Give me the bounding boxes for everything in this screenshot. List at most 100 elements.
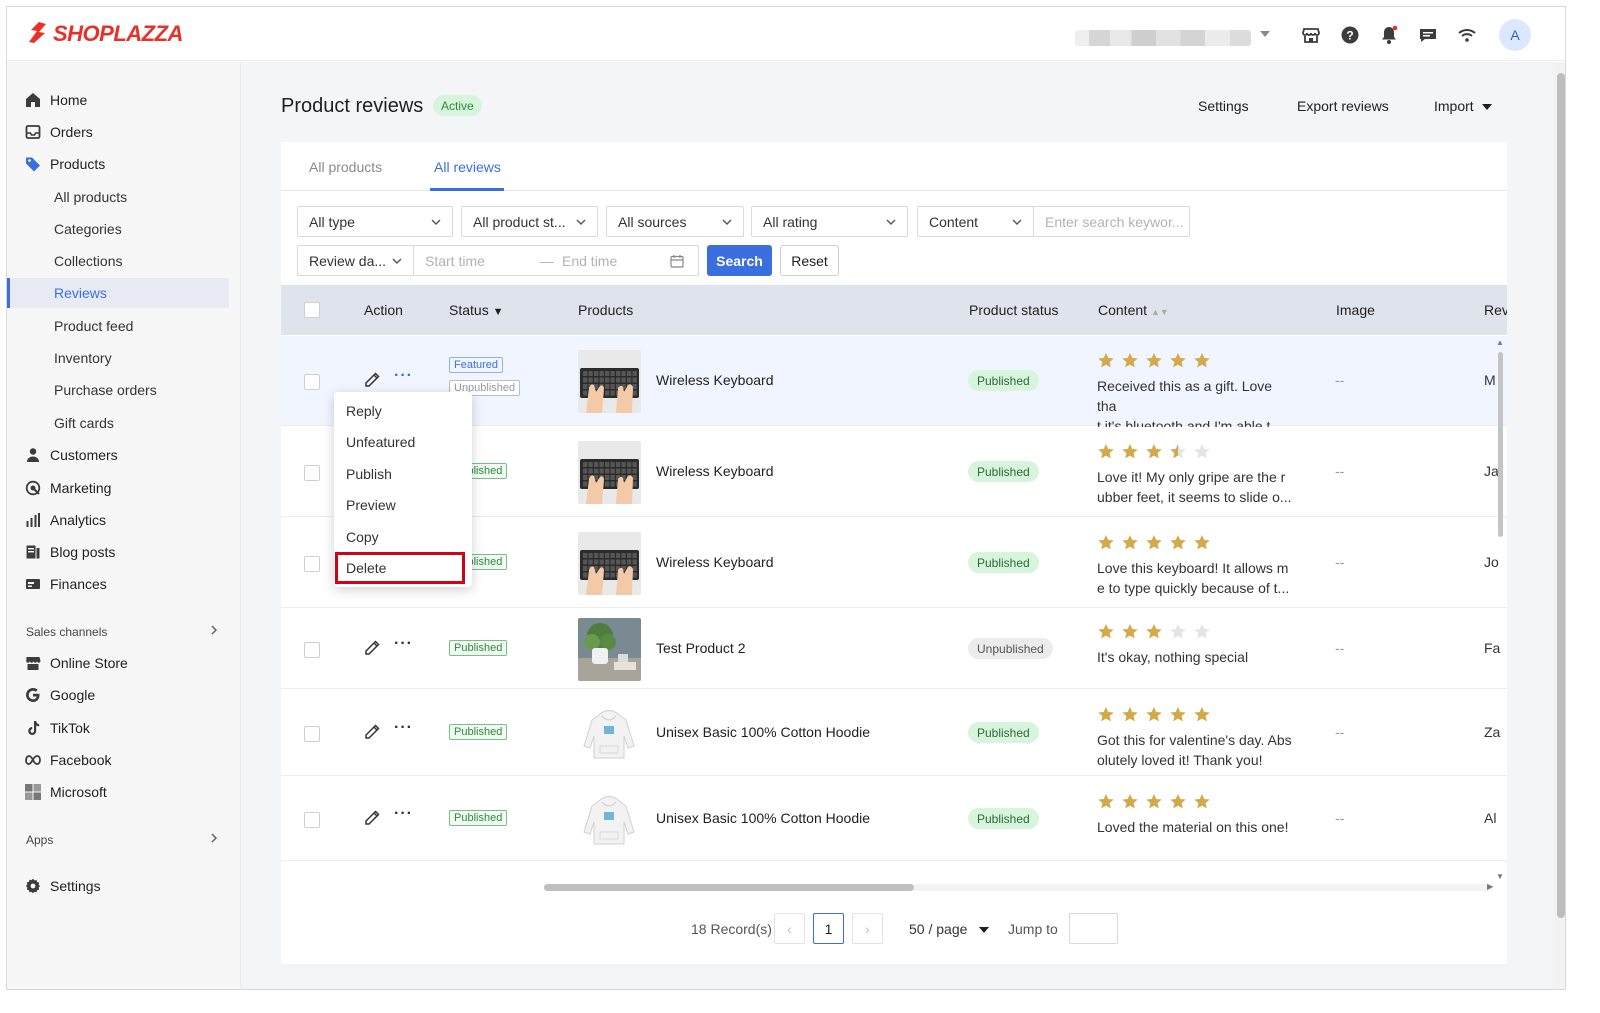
page-scrollbar[interactable] [1557,73,1565,918]
avatar[interactable]: A [1499,19,1531,51]
row-checkbox[interactable] [304,726,320,742]
sidebar-item-home[interactable]: Home [7,85,229,115]
type-filter[interactable]: All type [297,206,453,237]
shoplazza-logo[interactable]: SHOPLAZZA [25,21,183,47]
sidebar-item-finances[interactable]: Finances [7,569,229,599]
column-content[interactable]: Content ▲▼ [1098,302,1169,318]
product-name[interactable]: Unisex Basic 100% Cotton Hoodie [656,724,870,740]
menu-item-unfeatured[interactable]: Unfeatured [346,434,415,450]
search-input[interactable]: Enter search keywor... [1033,206,1190,237]
product-name[interactable]: Test Product 2 [656,640,746,656]
product-name[interactable]: Wireless Keyboard [656,463,774,479]
row-checkbox[interactable] [304,812,320,828]
store-selector-caret-icon[interactable] [1260,31,1270,37]
edit-pencil-icon[interactable] [363,371,381,389]
product-thumbnail[interactable] [578,618,641,681]
row-checkbox[interactable] [304,642,320,658]
sidebar-item-google[interactable]: Google [7,680,229,710]
apps-title[interactable]: Apps [26,833,53,847]
help-icon[interactable]: ? [1340,25,1360,45]
sidebar-subitem-product-feed[interactable]: Product feed [7,311,229,341]
tab-all-products[interactable]: All products [309,159,382,175]
sidebar-item-products[interactable]: Products [7,149,229,179]
sidebar-item-microsoft[interactable]: Microsoft [7,777,229,807]
edit-pencil-icon[interactable] [363,639,381,657]
table-row[interactable]: ··· Published Unisex Basic 100% Cotton Hoo… [281,777,1507,861]
sidebar-item-orders[interactable]: Orders [7,117,229,147]
bell-icon[interactable] [1379,25,1399,45]
search-field-select[interactable]: Content [917,206,1034,237]
review-content[interactable]: Loved the material on this one! [1097,817,1293,837]
column-status[interactable]: Status ▼ [449,302,503,318]
chat-icon[interactable] [1418,25,1438,45]
export-reviews-link[interactable]: Export reviews [1297,98,1389,114]
sidebar-subitem-inventory[interactable]: Inventory [7,343,229,373]
scroll-down-icon[interactable]: ▼ [1496,872,1504,881]
prev-page-button[interactable]: ‹ [774,913,805,944]
chevron-right-icon[interactable] [209,833,219,843]
menu-item-preview[interactable]: Preview [346,497,396,513]
sidebar-item-settings[interactable]: Settings [7,871,229,901]
sidebar-item-tiktok[interactable]: TikTok [7,713,229,743]
product-status-filter[interactable]: All product st... [461,206,598,237]
review-content[interactable]: Love this keyboard! It allows m e to type… [1097,558,1293,598]
edit-pencil-icon[interactable] [363,809,381,827]
date-type-select[interactable]: Review da... [297,245,414,276]
review-content[interactable]: Love it! My only gripe are the r ubber fe… [1097,467,1293,507]
row-checkbox[interactable] [304,465,320,481]
table-row[interactable]: ··· Published Unisex Basic 100% Cotton Hoo… [281,690,1507,776]
product-thumbnail[interactable] [578,702,641,765]
next-page-button[interactable]: › [852,913,883,944]
wifi-icon[interactable] [1457,25,1477,45]
sidebar-item-online-store[interactable]: Online Store [7,648,229,678]
menu-item-reply[interactable]: Reply [346,403,382,419]
page-size-select[interactable]: 50 / page [909,921,990,937]
product-thumbnail[interactable] [578,788,641,851]
product-thumbnail[interactable] [578,532,641,595]
sidebar-item-facebook[interactable]: Facebook [7,745,229,775]
more-actions-icon[interactable]: ··· [394,635,413,653]
more-actions-icon[interactable]: ··· [394,719,413,737]
search-button[interactable]: Search [707,245,772,276]
product-name[interactable]: Wireless Keyboard [656,554,774,570]
reset-button[interactable]: Reset [780,245,839,276]
product-name[interactable]: Unisex Basic 100% Cotton Hoodie [656,810,870,826]
sidebar-item-analytics[interactable]: Analytics [7,505,229,535]
review-content[interactable]: Got this for valentine's day. Abs olutely… [1097,730,1293,770]
row-checkbox[interactable] [304,374,320,390]
sources-filter[interactable]: All sources [606,206,744,237]
start-time-placeholder[interactable]: Start time [425,253,485,269]
menu-item-publish[interactable]: Publish [346,466,392,482]
sidebar-item-marketing[interactable]: Marketing [7,473,229,503]
store-selector[interactable] [1075,30,1251,46]
end-time-placeholder[interactable]: End time [562,253,617,269]
date-range-picker[interactable]: Start time — End time [413,245,699,276]
sidebar-subitem-gift-cards[interactable]: Gift cards [7,408,229,438]
scroll-up-icon[interactable]: ▲ [1496,338,1504,347]
product-thumbnail[interactable] [578,350,641,413]
more-actions-icon[interactable]: ··· [394,805,413,823]
table-scrollbar[interactable] [1498,352,1503,537]
review-content[interactable]: It's okay, nothing special [1097,647,1293,667]
chevron-right-icon[interactable] [209,625,219,635]
table-row[interactable]: ··· Published Test Product 2 Unpublished It'… [281,609,1507,689]
page-1-button[interactable]: 1 [813,913,844,944]
sidebar-subitem-collections[interactable]: Collections [7,246,229,276]
sidebar-subitem-reviews[interactable]: Reviews [7,278,229,308]
edit-pencil-icon[interactable] [363,723,381,741]
sort-down-icon[interactable]: ▼ [493,306,504,318]
menu-item-copy[interactable]: Copy [346,529,379,545]
sidebar-item-blog-posts[interactable]: Blog posts [7,537,229,567]
store-icon[interactable] [1301,25,1321,45]
settings-link[interactable]: Settings [1198,98,1249,114]
select-all-checkbox[interactable] [304,302,320,318]
horizontal-scrollbar[interactable] [544,884,914,891]
sales-channels-title[interactable]: Sales channels [26,625,107,639]
product-name[interactable]: Wireless Keyboard [656,372,774,388]
scroll-right-icon[interactable]: ▶ [1487,882,1493,891]
jump-to-input[interactable] [1069,913,1118,944]
sidebar-subitem-all-products[interactable]: All products [7,182,229,212]
sidebar-item-customers[interactable]: Customers [7,440,229,470]
sidebar-subitem-categories[interactable]: Categories [7,214,229,244]
more-actions-icon[interactable]: ··· [394,367,413,385]
